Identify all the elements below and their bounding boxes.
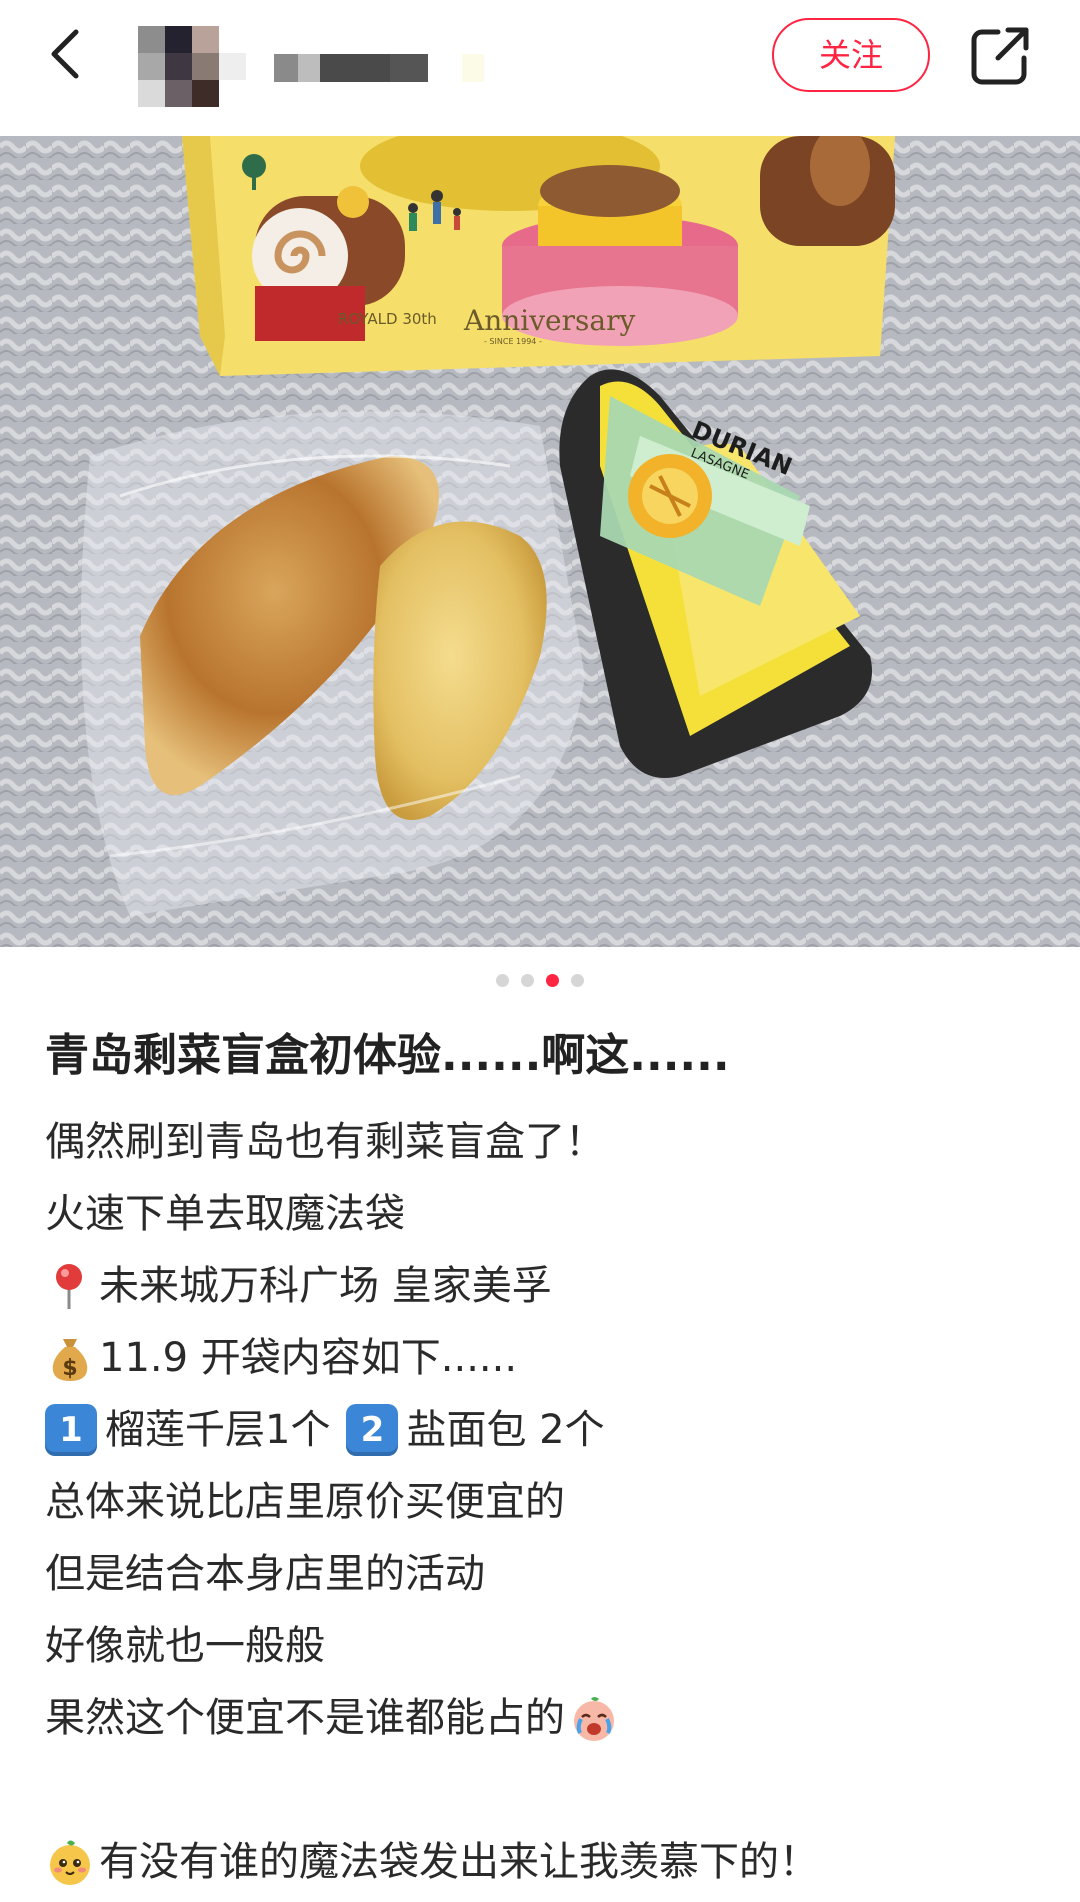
body-line: 好像就也一般般 xyxy=(45,1623,325,1669)
keycap-two-icon: 2 xyxy=(346,1404,399,1456)
follow-button[interactable]: 关注 xyxy=(772,18,930,92)
post-body: 偶然刷到青岛也有剩菜盲盒了！ 火速下单去取魔法袋 未来城万科广场 皇家美孚 $ … xyxy=(45,1106,1035,1898)
bag-since-text: - SINCE 1994 - xyxy=(484,337,542,346)
top-bar: 关注 xyxy=(0,0,1080,136)
cute-face-icon xyxy=(50,1840,90,1885)
body-line-with-emoji: 果然这个便宜不是谁都能占的 xyxy=(45,1682,1035,1754)
body-line-location: 未来城万科广场 皇家美孚 xyxy=(45,1250,1035,1322)
body-text: 有没有谁的魔法袋发出来让我羡慕下的！ xyxy=(99,1839,819,1885)
body-line-items: 1 榴莲千层1个 2 盐面包 2个 xyxy=(45,1394,1035,1466)
body-text: 果然这个便宜不是谁都能占的 xyxy=(45,1695,565,1741)
carousel-indicator[interactable] xyxy=(0,974,1080,990)
item-text: 盐面包 2个 xyxy=(406,1407,605,1453)
body-line: 偶然刷到青岛也有剩菜盲盒了！ xyxy=(45,1119,605,1165)
back-icon[interactable] xyxy=(40,26,96,82)
crying-face-icon xyxy=(574,1697,614,1741)
carousel-dot-active[interactable] xyxy=(546,974,559,987)
bag-brand-text: ROYALD 30th xyxy=(338,310,437,328)
price-text: 11.9 开袋内容如下...... xyxy=(99,1335,518,1381)
author-name-redacted[interactable] xyxy=(274,54,484,82)
carousel-dot[interactable] xyxy=(571,974,584,987)
post-title: 青岛剩菜盲盒初体验......啊这...... xyxy=(45,1030,730,1081)
svg-text:$: $ xyxy=(62,1356,77,1381)
body-line: 但是结合本身店里的活动 xyxy=(45,1551,485,1597)
bag-anniversary-text: Anniversary xyxy=(463,304,635,337)
body-line-price: $ 11.9 开袋内容如下...... xyxy=(45,1322,1035,1394)
carousel-dot[interactable] xyxy=(521,974,534,987)
share-icon[interactable] xyxy=(968,24,1032,88)
body-line: 火速下单去取魔法袋 xyxy=(45,1191,405,1237)
carousel-dot[interactable] xyxy=(496,974,509,987)
item-text: 榴莲千层1个 xyxy=(105,1407,331,1453)
location-text[interactable]: 未来城万科广场 皇家美孚 xyxy=(99,1250,552,1322)
body-line: 总体来说比店里原价买便宜的 xyxy=(45,1479,565,1525)
round-pushpin-icon xyxy=(56,1264,82,1309)
photo-illustration: ROYALD 30th Anniversary - SINCE 1994 - D… xyxy=(0,136,1080,947)
keycap-one-icon: 1 xyxy=(45,1404,97,1456)
money-bag-icon: $ xyxy=(52,1339,88,1381)
body-line-with-emoji: 有没有谁的魔法袋发出来让我羡慕下的！ xyxy=(45,1826,1035,1898)
paper-bag: ROYALD 30th Anniversary - SINCE 1994 - xyxy=(182,136,895,376)
post-photo[interactable]: ROYALD 30th Anniversary - SINCE 1994 - D… xyxy=(0,136,1080,947)
author-avatar[interactable] xyxy=(138,26,246,110)
